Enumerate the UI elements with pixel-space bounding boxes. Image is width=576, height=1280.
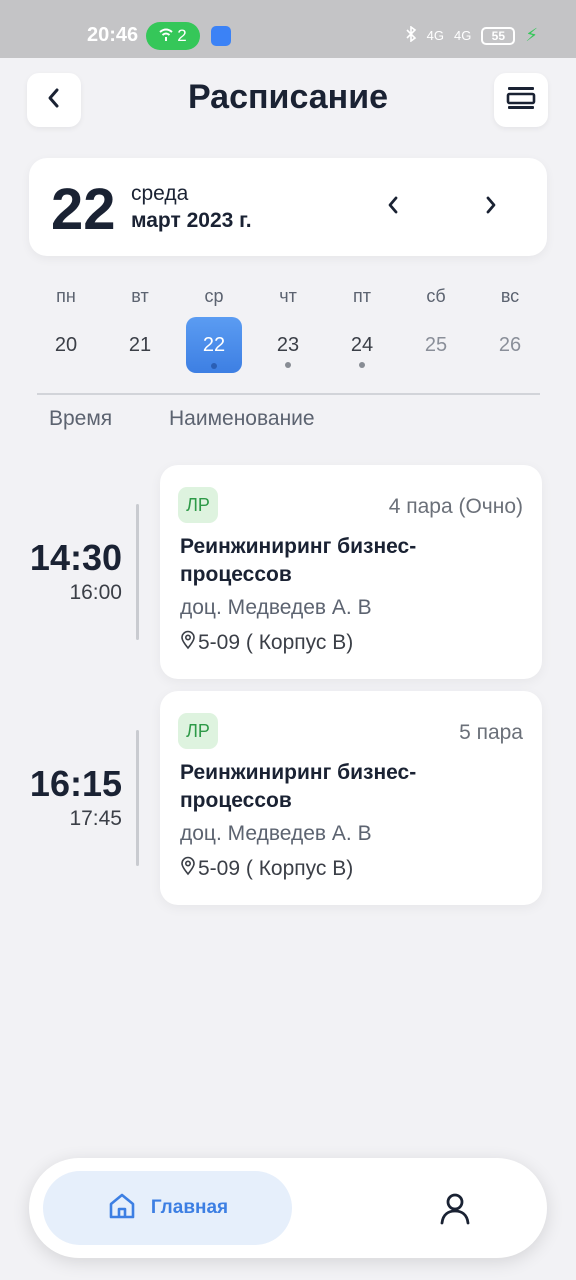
location-pin-icon — [180, 630, 196, 656]
lesson-indicator-dot — [359, 362, 365, 368]
day-21[interactable]: 21 — [112, 317, 168, 373]
page-title: Расписание — [187, 78, 389, 116]
time-divider-line — [136, 730, 139, 866]
next-day-button[interactable] — [476, 190, 506, 224]
lesson-start-time: 14:30 — [29, 537, 122, 578]
date-card: 22 среда март 2023 г. — [29, 158, 547, 256]
lesson-time: 14:30 16:00 — [0, 537, 122, 605]
lesson-type-badge: ЛР — [178, 487, 218, 523]
chevron-right-icon — [484, 194, 498, 221]
lesson-time: 16:15 17:45 — [0, 763, 122, 831]
nav-profile-button[interactable] — [437, 1190, 473, 1226]
lesson-pair-label: 5 пара — [459, 721, 523, 744]
date-month-year: март 2023 г. — [131, 209, 252, 232]
bottom-navigation: Главная — [29, 1158, 547, 1258]
date-day-number: 22 — [51, 177, 116, 242]
date-weekday: среда — [131, 182, 189, 205]
nav-home-label: Главная — [150, 1197, 229, 1218]
lesson-room-label: 5-09 ( Корпус В) — [198, 631, 354, 654]
lesson-indicator-dot — [285, 362, 291, 368]
weekday-label-mon: пн — [56, 286, 76, 306]
status-bar: 20:46 2 4G 4G 55 ⚡ — [0, 0, 576, 58]
divider — [37, 393, 540, 395]
column-header-name: Наименование — [169, 407, 315, 430]
day-20[interactable]: 20 — [38, 317, 94, 373]
day-26[interactable]: 26 — [482, 317, 538, 373]
weekday-label-wed: ср — [204, 286, 224, 306]
lesson-type-badge: ЛР — [178, 713, 218, 749]
weekday-label-sat: сб — [426, 286, 446, 306]
network-1-label: 4G — [426, 28, 445, 43]
weekday-label-tue: вт — [131, 286, 149, 306]
lesson-end-time: 17:45 — [69, 807, 122, 830]
lesson-subject: Реинжиниринг бизнес-процессов — [180, 761, 417, 812]
lesson-end-time: 16:00 — [69, 581, 122, 604]
location-pin-icon — [180, 856, 196, 882]
lesson-room-label: 5-09 ( Корпус В) — [198, 857, 354, 880]
column-header-time: Время — [49, 407, 113, 430]
lesson-start-time: 16:15 — [29, 763, 122, 804]
lesson-card[interactable]: ЛР 5 пара Реинжиниринг бизнес-процессов … — [160, 691, 542, 905]
weekday-label-sun: вс — [500, 286, 520, 306]
chevron-left-icon — [386, 194, 400, 221]
time-divider-line — [136, 504, 139, 640]
hotspot-count: 2 — [177, 26, 187, 45]
weekday-label-fri: пт — [353, 286, 371, 306]
view-toggle-button[interactable] — [494, 73, 548, 127]
app-notification-icon — [211, 26, 231, 46]
user-icon — [437, 1193, 473, 1230]
nav-home-button[interactable]: Главная — [43, 1171, 292, 1245]
lesson-indicator-dot — [211, 363, 217, 369]
view-list-icon — [506, 85, 536, 116]
lesson-card[interactable]: ЛР 4 пара (Очно) Реинжиниринг бизнес-про… — [160, 465, 542, 679]
lesson-room: 5-09 ( Корпус В) — [180, 856, 353, 882]
status-time: 20:46 — [87, 24, 139, 46]
previous-day-button[interactable] — [378, 190, 408, 224]
home-icon — [107, 1191, 137, 1226]
day-25[interactable]: 25 — [408, 317, 464, 373]
charging-icon: ⚡ — [525, 25, 538, 45]
lesson-subject: Реинжиниринг бизнес-процессов — [180, 535, 417, 586]
lesson-teacher: доц. Медведев А. В — [180, 596, 372, 619]
bluetooth-icon — [405, 25, 417, 45]
lesson-room: 5-09 ( Корпус В) — [180, 630, 353, 656]
weekday-label-thu: чт — [279, 286, 297, 306]
lesson-teacher: доц. Медведев А. В — [180, 822, 372, 845]
network-2-label: 4G — [454, 28, 472, 43]
hotspot-indicator: 2 — [146, 22, 200, 50]
battery-indicator: 55 — [481, 26, 516, 45]
lesson-pair-label: 4 пара (Очно) — [388, 495, 523, 518]
status-right: 4G 4G 55 ⚡ — [405, 25, 538, 46]
wifi-hotspot-icon — [159, 26, 173, 46]
